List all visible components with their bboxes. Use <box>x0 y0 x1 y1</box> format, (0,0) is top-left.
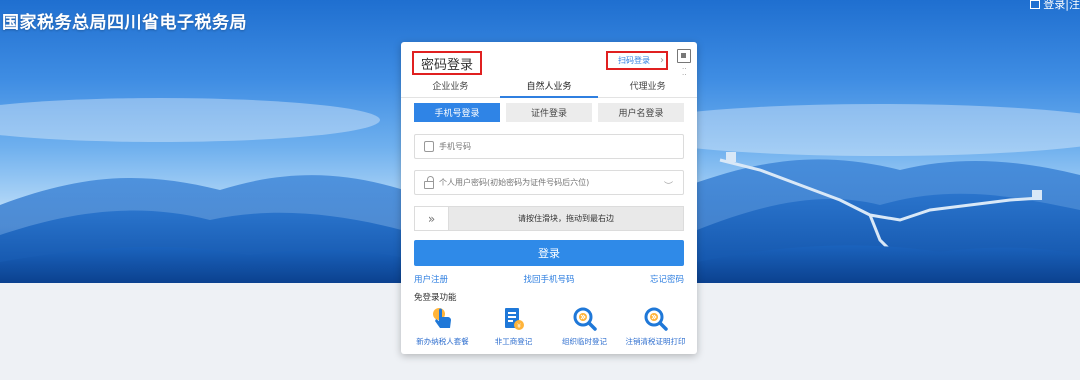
qr-login-link[interactable]: 扫码登录 › <box>606 51 668 70</box>
quick-services: 新办纳税人套餐 ¥ 非工商登记 组织临时登记 注销清税证明打印 <box>407 306 691 347</box>
top-login-link[interactable]: 登录|注 <box>1030 0 1080 12</box>
quick-item-label: 组织临时登记 <box>562 337 607 346</box>
quick-item-new-taxpayer[interactable]: 新办纳税人套餐 <box>407 306 478 347</box>
auxiliary-links: 用户注册 找回手机号码 忘记密码 <box>414 273 684 285</box>
slider-handle[interactable]: » <box>415 207 449 230</box>
site-title: 国家税务总局四川省电子税务局 <box>2 13 247 33</box>
chevron-right-icon: › <box>660 55 664 66</box>
slider-text: 请按住滑块，拖动到最右边 <box>518 214 614 223</box>
recover-phone-link[interactable]: 找回手机号码 <box>523 273 574 285</box>
magnifier-icon <box>643 306 669 332</box>
slider-captcha: » 请按住滑块，拖动到最右边 <box>414 206 684 231</box>
quick-item-label: 非工商登记 <box>494 337 533 346</box>
login-icon <box>1030 0 1041 9</box>
document-icon: ¥ <box>501 306 527 332</box>
qr-login-label: 扫码登录 <box>618 56 650 65</box>
quick-item-non-commercial[interactable]: ¥ 非工商登记 <box>478 306 549 347</box>
top-login-label: 登录|注 <box>1043 0 1080 11</box>
card-title: 密码登录 <box>412 51 482 75</box>
svg-text:¥: ¥ <box>517 323 521 330</box>
subtab-username-login[interactable]: 用户名登录 <box>598 103 684 122</box>
eye-closed-icon[interactable]: ︶ <box>664 179 673 192</box>
lock-icon <box>424 175 434 189</box>
phone-icon <box>424 141 434 152</box>
login-button[interactable]: 登录 <box>414 240 684 266</box>
register-link[interactable]: 用户注册 <box>414 273 448 285</box>
login-method-tabs: 手机号登录 证件登录 用户名登录 <box>414 103 684 122</box>
free-login-label: 免登录功能 <box>414 293 457 303</box>
password-input[interactable] <box>439 178 649 187</box>
tab-enterprise[interactable]: 企业业务 <box>401 74 500 98</box>
subtab-phone-login[interactable]: 手机号登录 <box>414 103 500 122</box>
quick-item-label: 新办纳税人套餐 <box>416 337 469 346</box>
quick-item-label: 注销清税证明打印 <box>625 337 686 346</box>
magnifier-icon <box>572 306 598 332</box>
login-card: 密码登录 扫码登录 › ·· ·· 企业业务 自然人业务 代理业务 手机号登录 证… <box>401 42 698 354</box>
password-field[interactable]: ︶ <box>414 170 684 195</box>
tab-natural-person[interactable]: 自然人业务 <box>499 74 599 98</box>
qr-code-icon[interactable] <box>677 49 691 63</box>
forgot-password-link[interactable]: 忘记密码 <box>650 273 684 285</box>
phone-input[interactable] <box>439 142 649 151</box>
business-tabs: 企业业务 自然人业务 代理业务 <box>401 74 698 98</box>
tab-agent[interactable]: 代理业务 <box>598 74 698 98</box>
hand-pointer-icon <box>430 306 456 332</box>
subtab-id-login[interactable]: 证件登录 <box>506 103 592 122</box>
phone-field[interactable] <box>414 134 684 159</box>
quick-item-temporary-registration[interactable]: 组织临时登记 <box>549 306 620 347</box>
quick-item-tax-clearance-print[interactable]: 注销清税证明打印 <box>620 306 691 347</box>
